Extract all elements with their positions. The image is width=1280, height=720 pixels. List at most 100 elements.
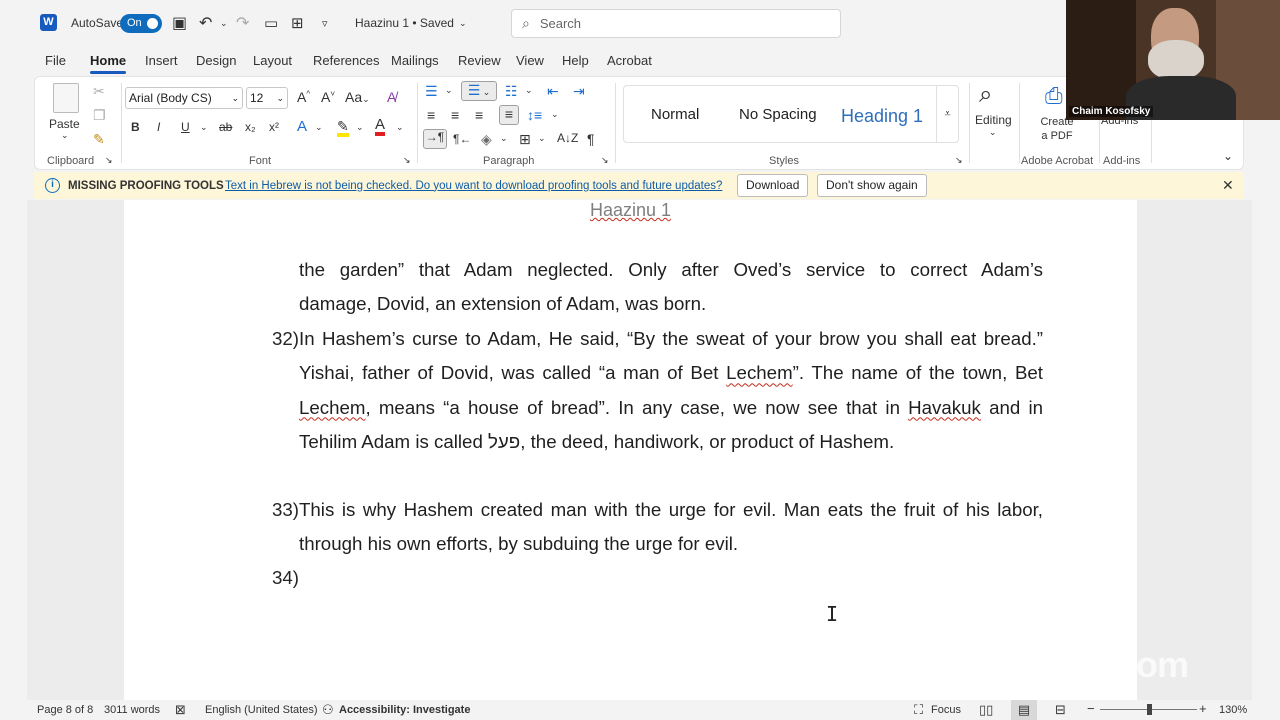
close-icon[interactable]: ✕ [1222, 177, 1234, 194]
text-effects-icon[interactable]: A [297, 118, 307, 135]
focus-icon[interactable]: ⛶ [914, 702, 923, 718]
sort-icon[interactable]: A↓Z [557, 131, 578, 145]
bullets-icon[interactable]: ☰ [425, 83, 438, 100]
font-color-dropdown-icon[interactable]: ⌄ [396, 122, 404, 133]
font-launcher-icon[interactable]: ↘ [403, 155, 411, 166]
bold-button[interactable]: B [131, 120, 140, 134]
shrink-font-icon[interactable]: A˅ [321, 89, 335, 105]
line-spacing-dropdown-icon[interactable]: ⌄ [551, 109, 559, 120]
align-left-icon[interactable]: ≡ [427, 107, 435, 123]
zoom-slider-thumb[interactable] [1147, 704, 1152, 715]
highlight-color-icon[interactable]: ✎ [337, 119, 349, 137]
format-painter-icon[interactable]: ✎ [93, 131, 105, 148]
editing-icon[interactable]: ⌕ [979, 81, 992, 109]
cut-icon[interactable]: ✂ [93, 83, 105, 100]
copy-icon[interactable]: ❐ [93, 107, 106, 124]
customize-toolbar-icon[interactable]: ▿ [322, 12, 328, 34]
tab-layout[interactable]: Layout [253, 53, 292, 68]
bullets-dropdown-icon[interactable]: ⌄ [445, 85, 453, 96]
superscript-button[interactable]: x² [269, 120, 279, 134]
dont-show-again-button[interactable]: Don't show again [817, 174, 927, 197]
styles-more-icon[interactable]: ⩡ [936, 86, 958, 142]
video-participant-tile[interactable]: Chaim Kosofsky [1066, 0, 1280, 120]
zoom-level[interactable]: 130% [1219, 704, 1247, 716]
editing-button[interactable]: Editing [975, 113, 1012, 127]
styles-launcher-icon[interactable]: ↘ [955, 155, 963, 166]
change-case-button[interactable]: Aa⌄ [345, 89, 370, 105]
font-size-select[interactable]: 12 ⌄ [246, 87, 288, 109]
font-name-select[interactable]: Arial (Body CS) ⌄ [125, 87, 243, 109]
borders-icon[interactable]: ⊞ [519, 131, 531, 148]
language-status[interactable]: English (United States) [205, 704, 318, 716]
font-color-icon[interactable]: A [375, 117, 386, 136]
document-page[interactable]: Haazinu 1 the garden” that Adam neglecte… [124, 200, 1137, 700]
tab-insert[interactable]: Insert [145, 53, 178, 68]
notification-message-link[interactable]: Text in Hebrew is not being checked. Do … [225, 180, 722, 192]
style-no-spacing[interactable]: No Spacing [739, 106, 817, 123]
decrease-indent-icon[interactable]: ⇤ [547, 83, 559, 100]
open-icon[interactable]: ▭ [264, 12, 278, 34]
paste-dropdown-icon[interactable]: ⌄ [61, 130, 69, 141]
save-icon[interactable]: ▣ [172, 12, 187, 34]
style-normal[interactable]: Normal [651, 106, 699, 123]
paste-button[interactable]: Paste [49, 117, 80, 131]
print-layout-icon[interactable]: ⊞ [291, 12, 304, 34]
redo-icon[interactable]: ↷ [236, 12, 249, 34]
align-center-icon[interactable]: ≡ [451, 107, 459, 123]
document-title[interactable]: Haazinu 1 • Saved ⌄ [355, 12, 466, 34]
grow-font-icon[interactable]: A^ [297, 89, 310, 105]
underline-dropdown-icon[interactable]: ⌄ [200, 122, 208, 133]
ltr-direction-button[interactable]: →¶ [423, 129, 447, 149]
print-layout-button[interactable]: ▤ [1011, 700, 1037, 720]
search-box[interactable]: ⌕ Search [511, 9, 841, 38]
line-spacing-icon[interactable]: ↕≡ [527, 107, 542, 123]
tab-acrobat[interactable]: Acrobat [607, 53, 652, 68]
tab-view[interactable]: View [516, 53, 544, 68]
accessibility-status[interactable]: Accessibility: Investigate [339, 704, 470, 716]
autosave-toggle[interactable]: On [120, 14, 162, 33]
italic-button[interactable]: I [157, 120, 160, 134]
borders-dropdown-icon[interactable]: ⌄ [538, 133, 546, 144]
numbering-button[interactable]: ☰ ⌄ [461, 81, 497, 101]
tab-mailings[interactable]: Mailings [391, 53, 439, 68]
paste-icon[interactable] [53, 83, 79, 113]
create-pdf-icon[interactable]: ⎙ [1045, 83, 1063, 109]
highlight-dropdown-icon[interactable]: ⌄ [356, 122, 364, 133]
multilevel-dropdown-icon[interactable]: ⌄ [525, 85, 533, 96]
proofing-icon[interactable]: ⊠ [175, 702, 186, 718]
subscript-button[interactable]: x₂ [245, 120, 256, 134]
tab-file[interactable]: File [45, 53, 66, 68]
shading-icon[interactable]: ◈ [481, 131, 492, 148]
zoom-in-button[interactable]: + [1199, 701, 1207, 716]
shading-dropdown-icon[interactable]: ⌄ [500, 133, 508, 144]
justify-button[interactable]: ≡ [499, 105, 519, 125]
tab-references[interactable]: References [313, 53, 379, 68]
strikethrough-button[interactable]: ab [219, 120, 232, 134]
align-right-icon[interactable]: ≡ [475, 107, 483, 123]
clipboard-launcher-icon[interactable]: ↘ [105, 155, 113, 166]
undo-dropdown-icon[interactable]: ⌄ [220, 12, 228, 34]
tab-help[interactable]: Help [562, 53, 589, 68]
word-count[interactable]: 3011 words [104, 704, 160, 716]
rtl-direction-icon[interactable]: ¶← [453, 132, 471, 146]
underline-button[interactable]: U [181, 120, 190, 134]
tab-home[interactable]: Home [90, 53, 127, 74]
increase-indent-icon[interactable]: ⇥ [573, 83, 585, 100]
paragraph-launcher-icon[interactable]: ↘ [601, 155, 609, 166]
tab-review[interactable]: Review [458, 53, 501, 68]
undo-icon[interactable]: ↶ [199, 12, 212, 34]
style-heading-1[interactable]: Heading 1 [841, 106, 923, 127]
focus-button[interactable]: Focus [931, 704, 961, 716]
text-effects-dropdown-icon[interactable]: ⌄ [315, 122, 323, 133]
read-mode-icon[interactable]: ▯▯ [979, 702, 993, 718]
page-count[interactable]: Page 8 of 8 [37, 704, 93, 716]
web-layout-icon[interactable]: ⊟ [1055, 702, 1066, 718]
download-button[interactable]: Download [737, 174, 809, 197]
multilevel-list-icon[interactable]: ☷ [505, 83, 518, 100]
editing-dropdown-icon[interactable]: ⌄ [989, 127, 997, 138]
zoom-out-button[interactable]: − [1087, 701, 1095, 716]
show-marks-icon[interactable]: ¶ [587, 131, 595, 147]
collapse-ribbon-icon[interactable]: ⌄ [1223, 149, 1233, 163]
tab-design[interactable]: Design [196, 53, 236, 68]
clear-formatting-icon[interactable]: A̸ [387, 89, 396, 105]
